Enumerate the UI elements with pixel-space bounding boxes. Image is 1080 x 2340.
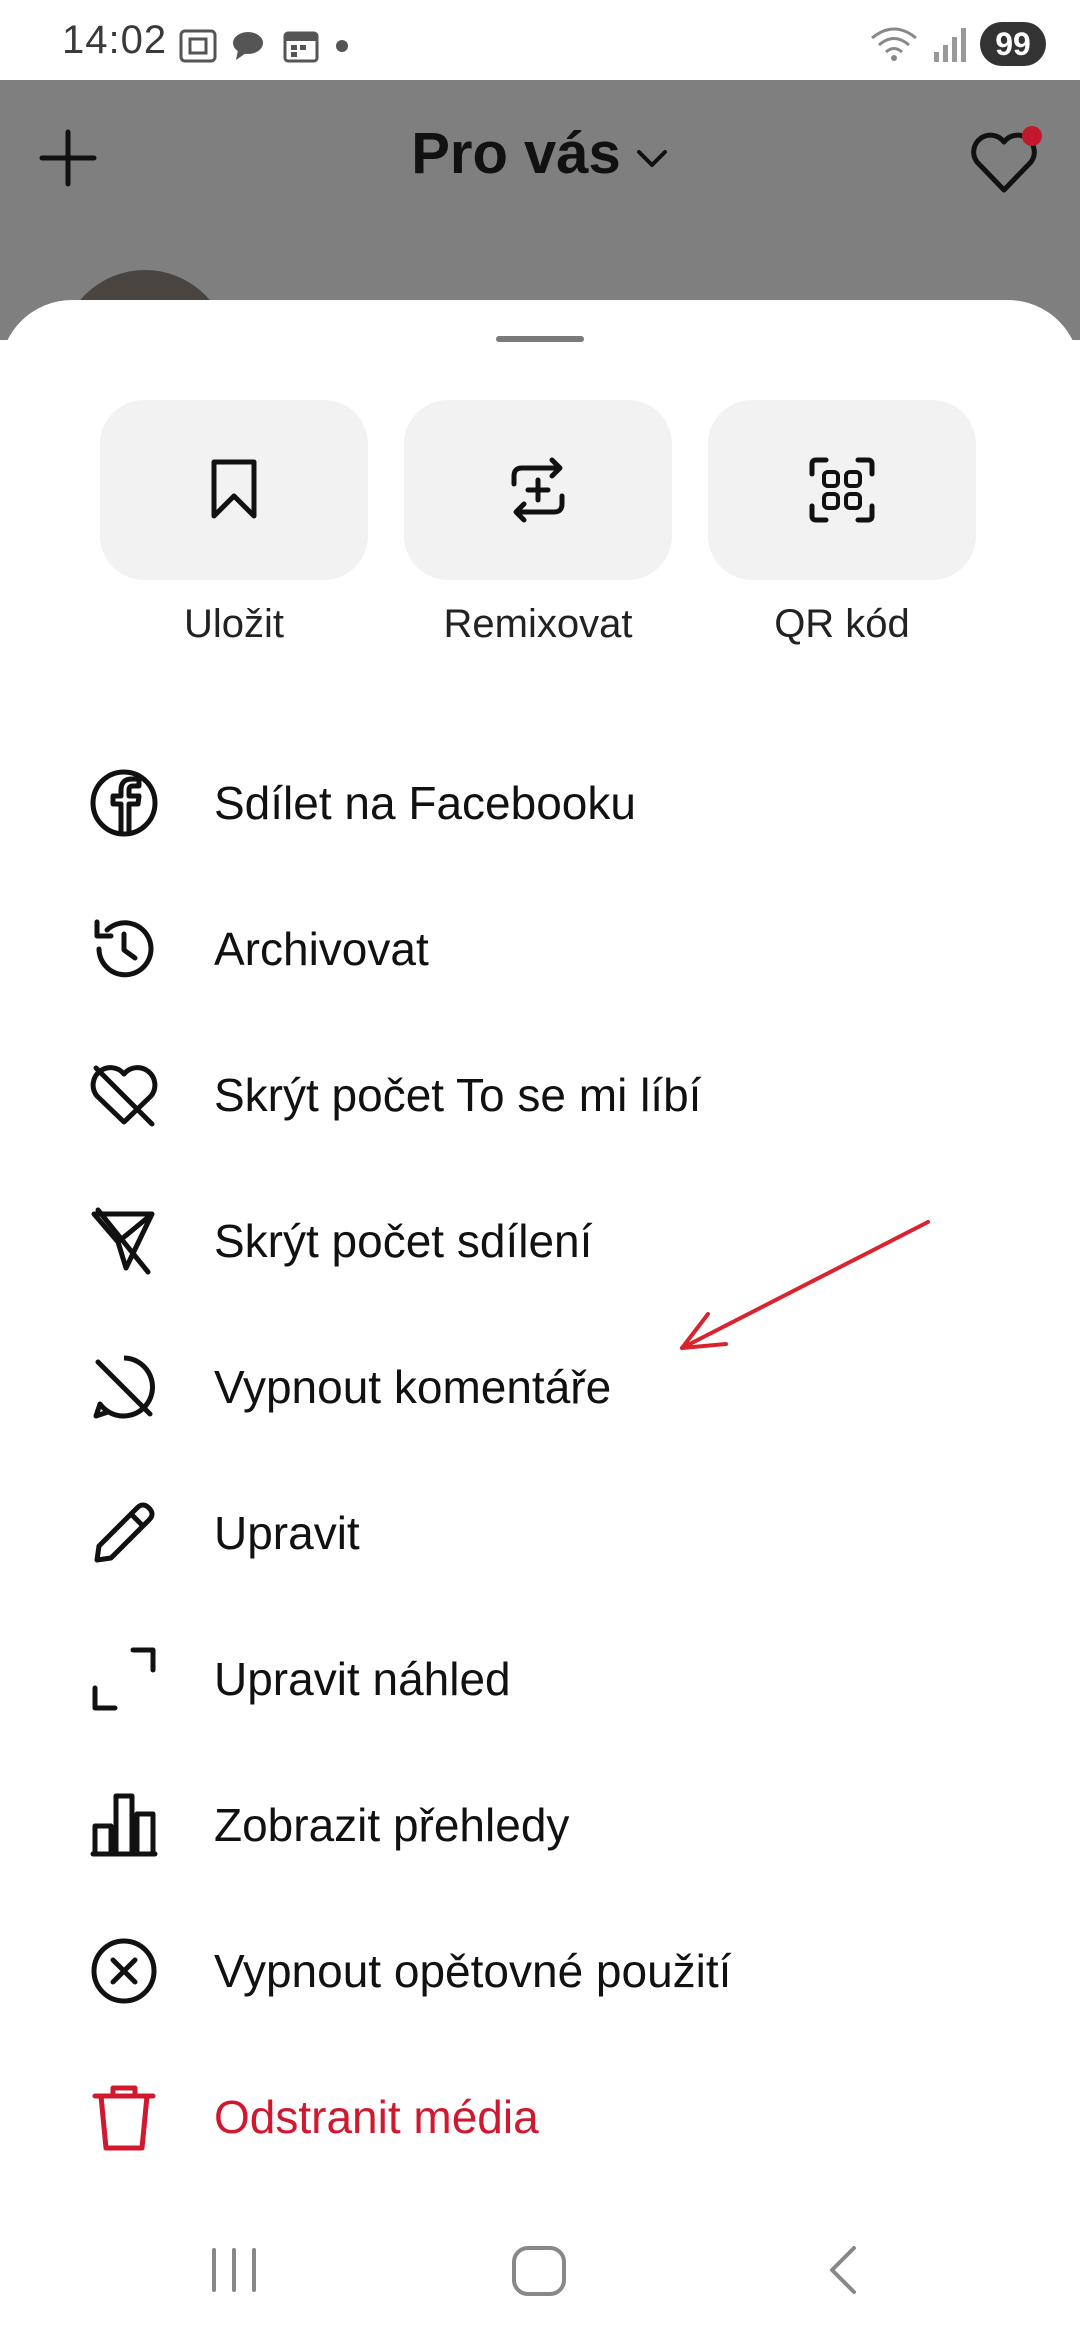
feed-selector[interactable]: Pro vás [0,120,1080,187]
chat-icon [233,32,263,60]
menu-item-view-insights[interactable]: Zobrazit přehledy [0,1752,1080,1898]
crop-icon [92,1647,156,1711]
menu-item-edit[interactable]: Upravit [0,1460,1080,1606]
battery-indicator: 99 [980,22,1046,66]
menu-item-archive[interactable]: Archivovat [0,876,1080,1022]
remix-action[interactable]: Remixovat [404,400,672,647]
remix-icon [511,457,565,523]
menu-item-label: Sdílet na Facebooku [214,777,636,829]
status-time: 14:02 [62,18,168,62]
menu-item-label: Upravit [214,1507,360,1559]
archive-history-icon [94,919,154,978]
status-bar: 14:02 99 [0,0,1080,80]
menu-item-label: Archivovat [214,923,429,975]
remix-label: Remixovat [443,602,633,646]
menu-item-hide-likes[interactable]: Skrýt počet To se mi líbí [0,1022,1080,1168]
menu-item-label: Zobrazit přehledy [214,1799,570,1851]
page-title: Pro vás [411,121,621,186]
menu-item-label: Skrýt počet sdílení [214,1215,593,1267]
status-notification-icons [178,28,352,64]
menu-item-share-facebook[interactable]: Sdílet na Facebooku [0,730,1080,876]
remix-tile[interactable] [404,400,672,580]
share-off-icon [91,1207,155,1275]
menu-item-hide-shares[interactable]: Skrýt počet sdílení [0,1168,1080,1314]
menu-item-label: Vypnout komentáře [214,1361,612,1413]
sheet-drag-handle[interactable] [496,336,584,342]
home-icon[interactable] [508,2240,572,2300]
bookmark-icon [211,459,257,519]
save-tile[interactable] [100,400,368,580]
insights-icon [90,1793,158,1857]
qr-code-action[interactable]: QR kód [708,400,976,647]
pencil-icon [94,1502,155,1563]
wifi-icon [871,27,917,61]
menu-item-delete-media[interactable]: Odstranit média [0,2044,1080,2190]
calendar-icon [283,31,319,63]
menu-item-disable-reuse[interactable]: Vypnout opětovné použití [0,1898,1080,2044]
menu-item-label: Skrýt počet To se mi líbí [214,1069,702,1121]
trash-icon [92,2085,156,2151]
menu-item-label: Upravit náhled [214,1653,511,1705]
signal-icon [934,28,966,62]
save-action[interactable]: Uložit [100,400,368,647]
menu-item-label: Vypnout opětovné použití [214,1945,732,1997]
comments-off-icon [93,1355,155,1419]
menu-item-edit-preview[interactable]: Upravit náhled [0,1606,1080,1752]
save-label: Uložit [183,602,285,646]
menu-item-disable-comments[interactable]: Vypnout komentáře [0,1314,1080,1460]
qr-code-label: QR kód [774,602,910,646]
back-icon[interactable] [818,2240,870,2300]
qr-code-tile[interactable] [708,400,976,580]
options-bottom-sheet: Uložit Remixovat QR kód Sdílet na Facebo… [0,300,1080,2340]
heart-off-icon [90,1065,158,1127]
recent-apps-icon[interactable] [208,2240,260,2300]
dot-icon [336,40,348,52]
facebook-icon [90,769,158,837]
close-circle-icon [91,1938,157,2004]
chevron-down-icon [636,149,667,167]
menu-item-label: Odstranit média [214,2091,539,2143]
qr-code-icon [809,457,875,523]
status-system-icons: 99 [868,22,1046,66]
notifications-heart-icon[interactable] [964,122,1044,202]
screenshot-icon [179,29,217,63]
system-navigation-bar [0,2200,1080,2340]
